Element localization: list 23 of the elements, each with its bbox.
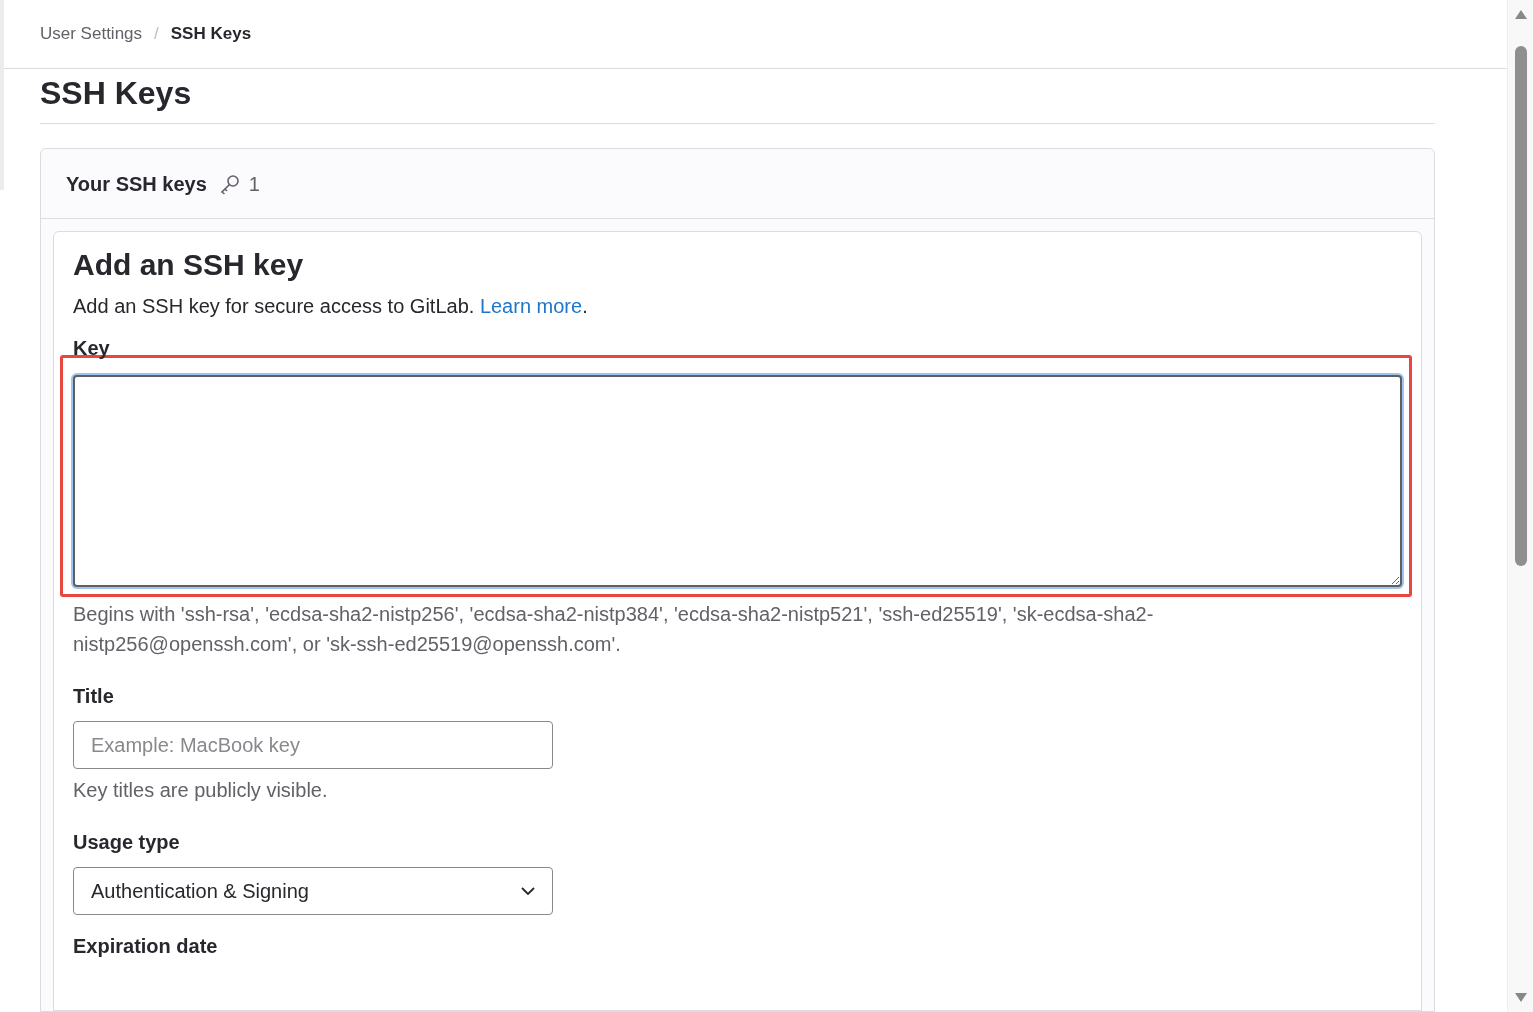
learn-more-link[interactable]: Learn more [479, 295, 583, 317]
form-title: Add an SSH key [73, 247, 305, 283]
field-label: Key [73, 336, 111, 361]
breadcrumb-separator: / [154, 23, 159, 46]
key-count: 1 [248, 171, 260, 197]
form-description: Add an SSH key for secure access to GitLab. Learn more. [73, 294, 589, 319]
scrollbar[interactable] [1507, 0, 1533, 1012]
card-title: Your SSH keys [66, 171, 207, 197]
scrollbar-thumb[interactable] [1514, 46, 1527, 566]
chevron-down-icon [521, 886, 535, 896]
key-icon [218, 172, 241, 195]
usage-type-select[interactable]: Authentication & Signing [73, 867, 553, 915]
field-label: Title [73, 684, 115, 709]
page-title: SSH Keys [40, 69, 1435, 124]
field-hint: Begins with 'ssh-rsa', 'ecdsa-sha2-nistp256', 'ecdsa-sha2-nistp384', 'ecdsa-sha2-nistp521', 'ssh-ed25519', 'sk-ecdsa-sha2-nistp256@openssh.com', or 'sk-ssh-ed25519@openssh.com'. [73, 602, 1155, 657]
breadcrumb-link[interactable]: User Settings [40, 21, 143, 47]
scroll-up-arrow-icon[interactable] [1514, 10, 1527, 19]
breadcrumb-link[interactable]: SSH Keys [170, 21, 252, 47]
field-label: Usage type [73, 830, 181, 855]
field-label: Expiration date [73, 934, 219, 959]
title-input-field[interactable]: Example: MacBook key [73, 721, 553, 769]
field-hint: Key titles are publicly visible. [73, 778, 329, 803]
scroll-down-arrow-icon[interactable] [1514, 993, 1527, 1002]
